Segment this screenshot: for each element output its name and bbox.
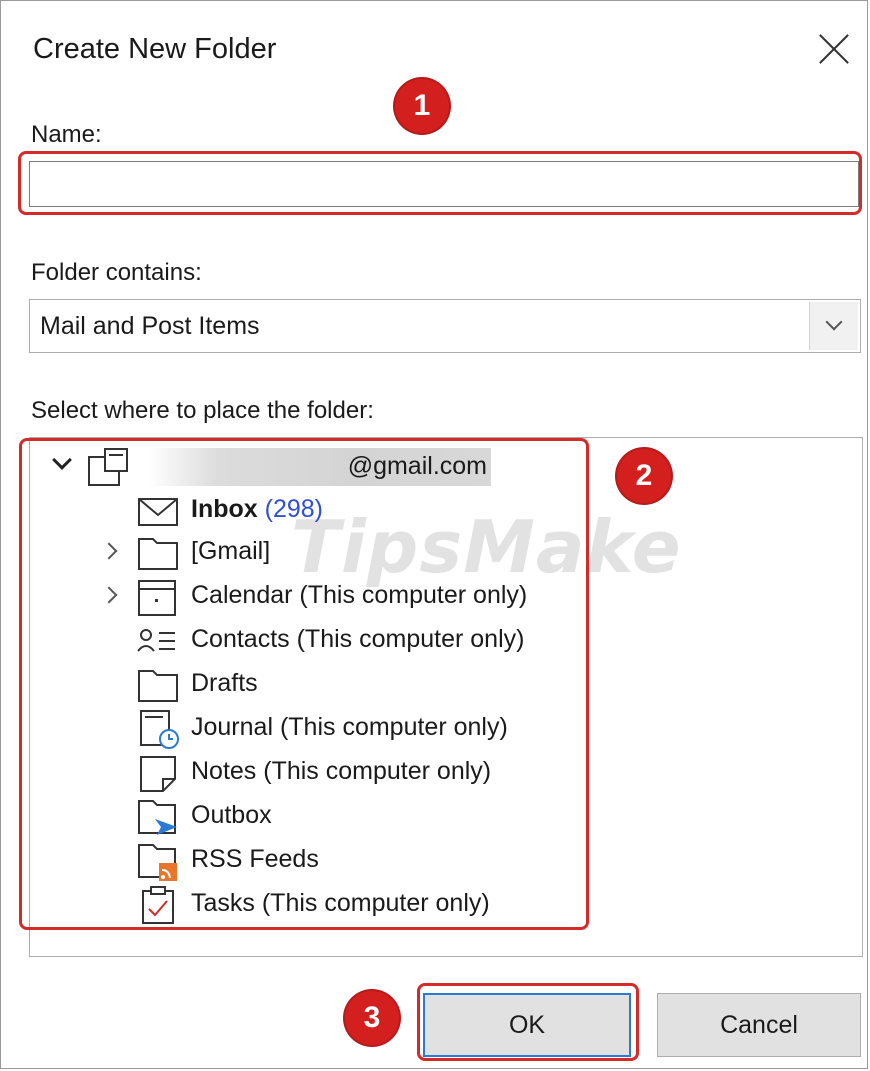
close-icon[interactable] — [813, 27, 857, 71]
folder-contains-value: Mail and Post Items — [40, 312, 260, 340]
chevron-down-icon[interactable] — [809, 302, 858, 350]
folder-contains-select[interactable]: Mail and Post Items — [29, 299, 861, 353]
highlight-ok-button — [417, 983, 639, 1061]
cancel-button[interactable]: Cancel — [657, 993, 861, 1057]
folder-contains-label: Folder contains: — [31, 259, 202, 286]
highlight-folder-tree — [19, 438, 589, 930]
step-marker-1: 1 — [395, 79, 449, 133]
dialog-title: Create New Folder — [33, 33, 277, 65]
name-label: Name: — [31, 121, 102, 148]
step-marker-2: 2 — [617, 449, 671, 503]
create-folder-dialog: Create New Folder Name: Folder contains:… — [0, 0, 868, 1069]
location-label: Select where to place the folder: — [31, 397, 374, 424]
step-marker-3: 3 — [345, 991, 399, 1045]
highlight-name-field — [18, 151, 862, 215]
